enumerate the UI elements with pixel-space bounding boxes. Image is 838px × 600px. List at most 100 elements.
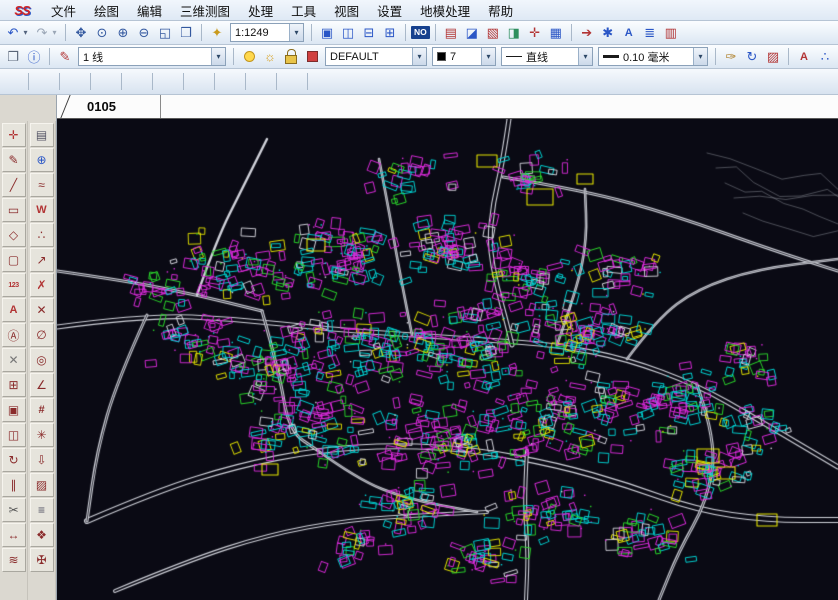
regen-icon[interactable]: ↻	[742, 47, 762, 67]
redo-dropdown-icon[interactable]: ▾	[50, 23, 59, 43]
zoom-out-icon[interactable]: ⊖	[134, 23, 154, 43]
coordinate-grid-icon[interactable]: ◪	[462, 23, 482, 43]
menu-process[interactable]: 处理	[239, 0, 282, 22]
list-view-icon[interactable]: ≣	[640, 23, 660, 43]
undo-dropdown-icon[interactable]: ▾	[21, 23, 30, 43]
grid-tool-icon[interactable]: #	[30, 398, 54, 422]
label-tool-icon[interactable]: Ⓐ	[2, 323, 26, 347]
mirror-tool-icon[interactable]: ◫	[2, 423, 26, 447]
node-delete-tool-icon[interactable]: ✕	[30, 298, 54, 322]
match-properties-icon[interactable]: ✑	[721, 47, 741, 67]
viewport-1-icon[interactable]: ▣	[317, 23, 337, 43]
star-tool-icon[interactable]: ✳	[30, 423, 54, 447]
line-tool-icon[interactable]: ╱	[2, 173, 26, 197]
text-style-icon[interactable]: A	[794, 47, 814, 67]
cross-tool-icon[interactable]: ✗	[30, 273, 54, 297]
w-tool-icon[interactable]: W	[30, 198, 54, 222]
anchor-tool-icon[interactable]: ✠	[30, 548, 54, 572]
hatch-icon[interactable]: ▨	[763, 47, 783, 67]
menu-pipelines[interactable]	[220, 72, 240, 92]
angle-tool-icon[interactable]: ∠	[30, 373, 54, 397]
no-plot-badge[interactable]: NO	[411, 26, 430, 39]
menu-landform[interactable]	[282, 72, 302, 92]
zoom-extents-icon[interactable]: ❒	[176, 23, 196, 43]
menu-survey-control-points[interactable]	[96, 72, 116, 92]
raster-image-icon[interactable]: ◨	[504, 23, 524, 43]
text-ab-icon[interactable]: A	[619, 23, 639, 43]
hatch-tool-icon[interactable]: ▨	[30, 473, 54, 497]
rect-tool-icon[interactable]: ▭	[2, 198, 26, 222]
annotation-draw-icon[interactable]: ▧	[483, 23, 503, 43]
sketch-tool-icon[interactable]: ✎	[2, 148, 26, 172]
paste-tool-icon[interactable]: ▤	[30, 123, 54, 147]
arrow-down-tool-icon[interactable]: ⇩	[30, 448, 54, 472]
menu-data-convert[interactable]	[3, 72, 23, 92]
menu-residential[interactable]	[158, 72, 178, 92]
zoom-window-icon[interactable]: ◱	[155, 23, 175, 43]
menu-help[interactable]: 帮助	[479, 0, 522, 22]
table-draw-icon[interactable]: ▦	[546, 23, 566, 43]
points-tool-icon[interactable]: ∴	[30, 223, 54, 247]
menu-platform-common[interactable]	[65, 72, 85, 92]
stretch-tool-icon[interactable]: ↔	[2, 523, 26, 547]
undo-icon[interactable]: ↶	[3, 23, 23, 43]
layer-freeze-icon[interactable]: ☼	[260, 47, 280, 67]
offset-tool-icon[interactable]: ∥	[2, 473, 26, 497]
linetype-combo[interactable]: 直线▾	[501, 47, 593, 66]
move-tool-icon[interactable]: ✛	[2, 123, 26, 147]
list-tool-icon[interactable]: ≡	[30, 498, 54, 522]
viewport-2-icon[interactable]: ◫	[338, 23, 358, 43]
plot-settings-icon[interactable]: ✱	[598, 23, 618, 43]
menu-3d-mapping[interactable]: 三维测图	[171, 0, 239, 22]
measure-tool-icon[interactable]: ≋	[2, 548, 26, 572]
viewport-3-icon[interactable]: ⊟	[359, 23, 379, 43]
target-tool-icon[interactable]: ◎	[30, 348, 54, 372]
layer-lock-icon[interactable]	[281, 47, 301, 67]
menu-draw[interactable]: 绘图	[85, 0, 128, 22]
null-tool-icon[interactable]: ∅	[30, 323, 54, 347]
menu-water-system[interactable]	[127, 72, 147, 92]
sheet-icon[interactable]: ❐	[3, 47, 23, 67]
export-icon[interactable]: ➔	[577, 23, 597, 43]
menu-transportation[interactable]	[189, 72, 209, 92]
menu-settings[interactable]: 设置	[368, 0, 411, 22]
erase-tool-icon[interactable]: ✕	[2, 348, 26, 372]
menu-data-check[interactable]	[34, 72, 54, 92]
symbol-combo[interactable]: 1 线▾	[78, 47, 226, 66]
trim-tool-icon[interactable]: ✂	[2, 498, 26, 522]
rotate-tool-icon[interactable]: ↻	[2, 448, 26, 472]
layer-color-icon[interactable]	[302, 47, 322, 67]
menu-boundaries[interactable]	[251, 72, 271, 92]
diamond-tool-icon[interactable]: ❖	[30, 523, 54, 547]
copy-tool-icon[interactable]: ▣	[2, 398, 26, 422]
named-view-icon[interactable]: ✦	[207, 23, 227, 43]
symbol-library-icon[interactable]: ▤	[441, 23, 461, 43]
viewport-4-icon[interactable]: ⊞	[380, 23, 400, 43]
world-tool-icon[interactable]: ⊕	[30, 148, 54, 172]
color-combo[interactable]: 7▾	[432, 47, 496, 66]
clip-icon[interactable]: ▥	[661, 23, 681, 43]
polygon-tool-icon[interactable]: ◇	[2, 223, 26, 247]
menu-view[interactable]: 视图	[325, 0, 368, 22]
dashed-rect-tool-icon[interactable]: ▢	[2, 248, 26, 272]
lineweight-combo[interactable]: 0.10 毫米▾	[598, 47, 708, 66]
symbol-manager-icon[interactable]: ✎	[55, 47, 75, 67]
array-tool-icon[interactable]: ⊞	[2, 373, 26, 397]
info-icon[interactable]: ⓘ	[24, 47, 44, 67]
pan-icon[interactable]: ✥	[71, 23, 91, 43]
tab-drawing[interactable]: 0105	[65, 95, 161, 118]
menu-tools[interactable]: 工具	[282, 0, 325, 22]
dimension-tool-icon[interactable]: 123	[2, 273, 26, 297]
menu-edit[interactable]: 编辑	[128, 0, 171, 22]
spline-tool-icon[interactable]: ≈	[30, 173, 54, 197]
drawing-canvas[interactable]	[57, 119, 838, 600]
zoom-realtime-icon[interactable]: ⊙	[92, 23, 112, 43]
menu-file[interactable]: 文件	[42, 0, 85, 22]
point-style-icon[interactable]: ∴	[815, 47, 835, 67]
redo-icon[interactable]: ↷	[32, 23, 52, 43]
menu-vegetation[interactable]	[313, 72, 333, 92]
vector-tool-icon[interactable]: ↗	[30, 248, 54, 272]
layer-combo[interactable]: DEFAULT▾	[325, 47, 427, 66]
zoom-in-icon[interactable]: ⊕	[113, 23, 133, 43]
menu-terrain-model[interactable]: 地模处理	[411, 0, 479, 22]
